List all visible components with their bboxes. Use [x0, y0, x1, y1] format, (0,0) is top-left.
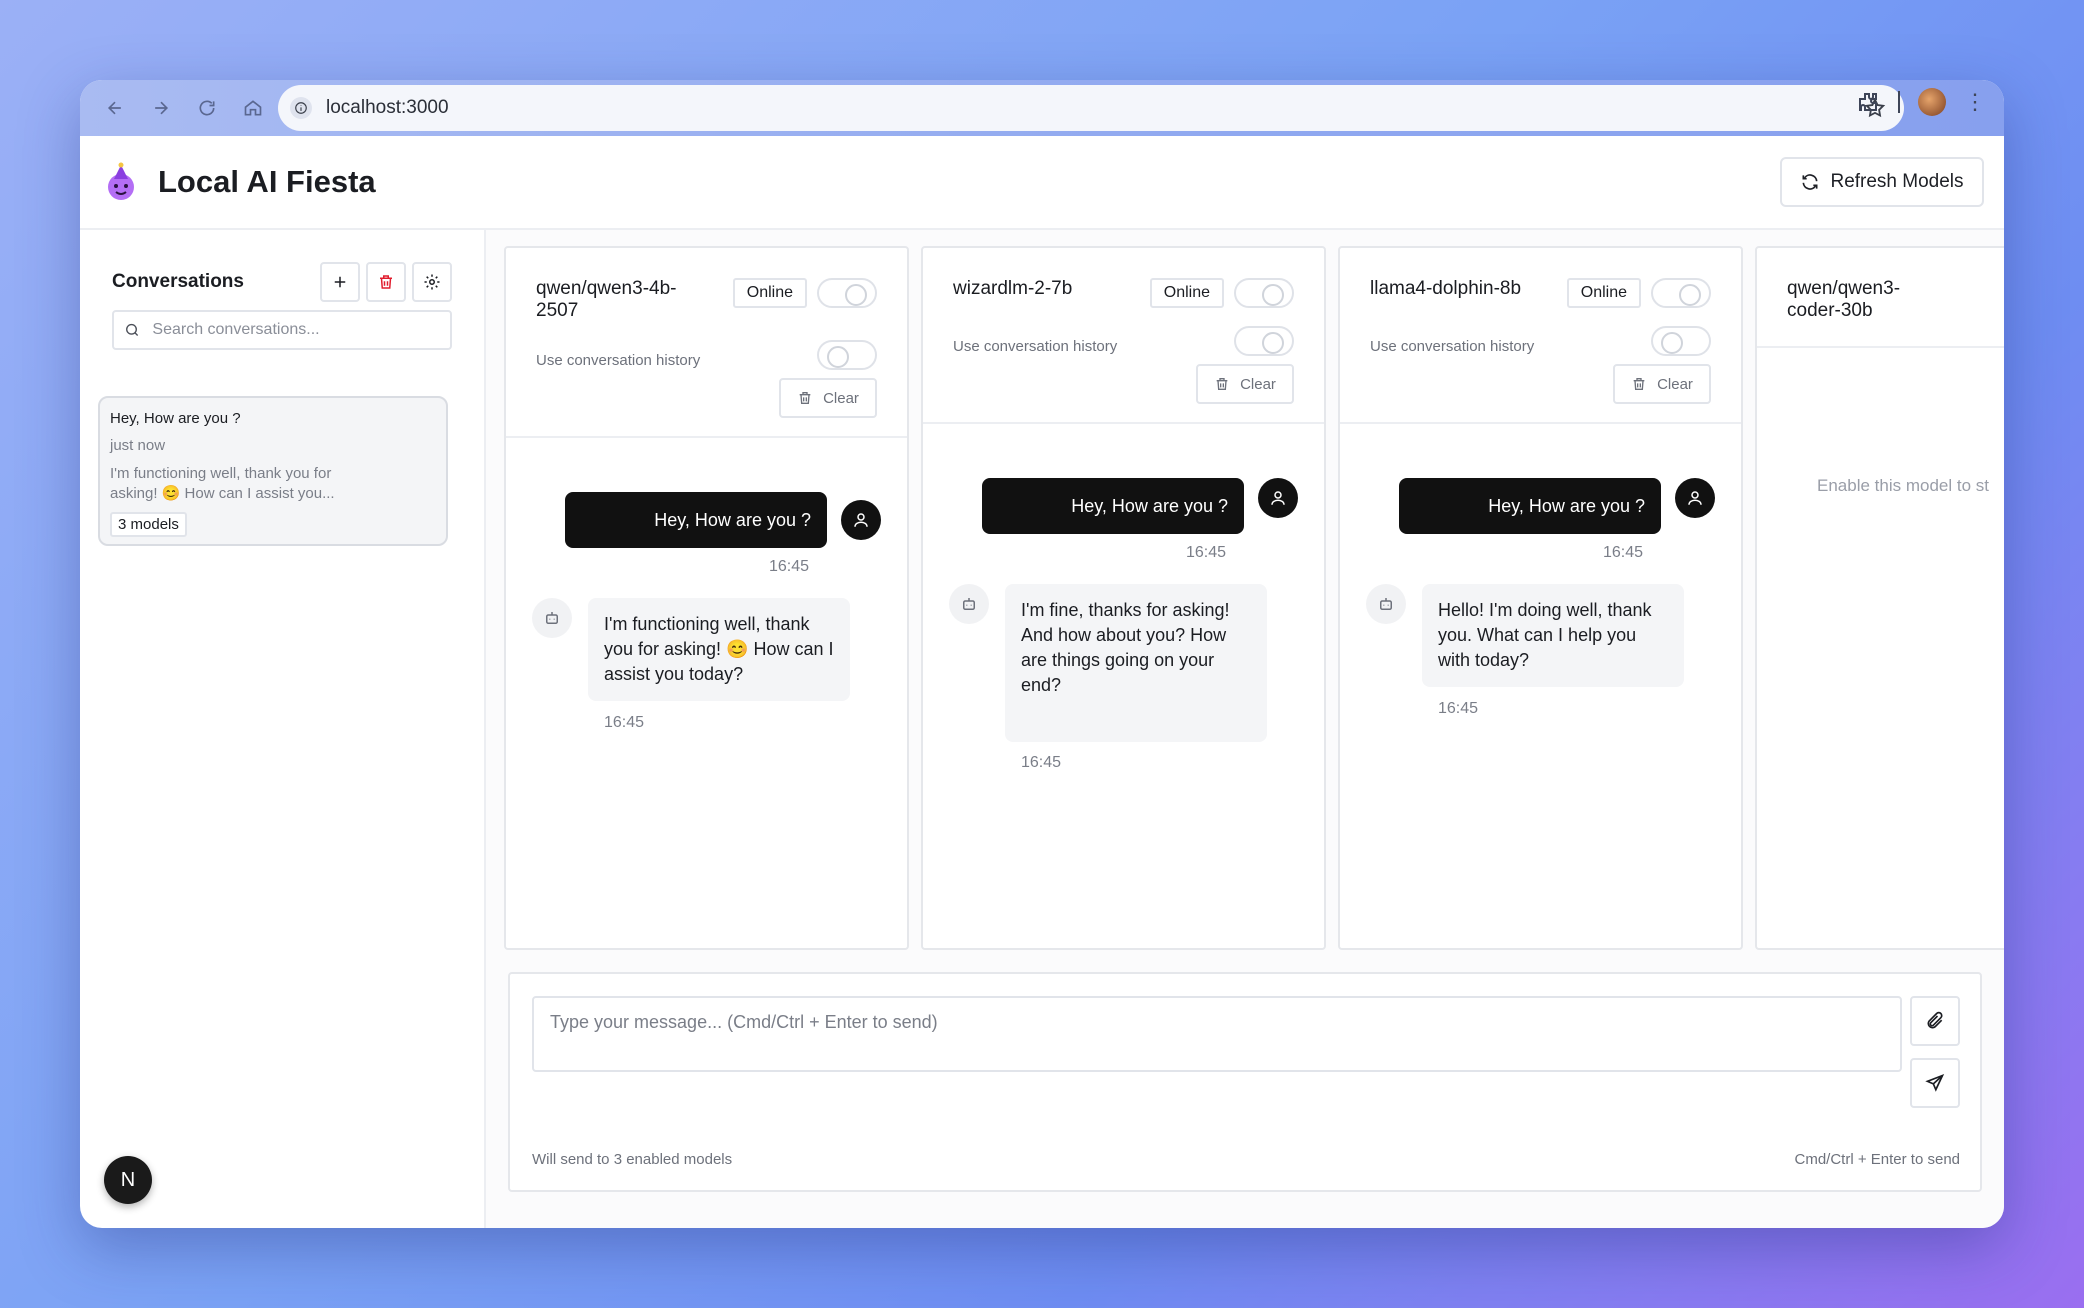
clear-label: Clear — [823, 389, 859, 407]
forward-icon[interactable] — [142, 89, 180, 127]
status-badge: Online — [1566, 278, 1641, 308]
app-logo-icon — [108, 162, 134, 200]
toolbar-divider — [1898, 91, 1900, 113]
model-enable-toggle[interactable] — [1651, 278, 1711, 308]
back-icon[interactable] — [96, 89, 134, 127]
app-title: Local AI Fiesta — [158, 164, 376, 199]
bot-icon — [963, 598, 975, 610]
shortcut-hint: Cmd/Ctrl + Enter to send — [1794, 1151, 1960, 1168]
user-message-time: 16:45 — [1602, 544, 1643, 561]
user-message-time: 16:45 — [1185, 544, 1226, 561]
model-name: wizardlm-2-7b — [953, 278, 1073, 299]
bot-message: I'm fine, thanks for asking! And how abo… — [1005, 584, 1267, 742]
bot-avatar — [1366, 584, 1406, 624]
model-enable-toggle[interactable] — [817, 278, 877, 308]
user-icon — [854, 513, 868, 527]
address-bar[interactable]: localhost:3000 — [278, 85, 1904, 131]
model-name: llama4-dolphin-8b — [1370, 278, 1522, 299]
trash-icon — [799, 392, 811, 404]
model-panel: llama4-dolphin-8b Online Use conversatio… — [1338, 246, 1743, 950]
status-badge: Online — [732, 278, 807, 308]
settings-button[interactable] — [412, 262, 452, 302]
search-input[interactable] — [152, 321, 440, 339]
bot-message-time: 16:45 — [1438, 700, 1479, 717]
browser-window: localhost:3000 ⋮ Local AI Fiesta Refresh… — [80, 80, 2004, 1228]
more-menu-icon[interactable]: ⋮ — [1964, 89, 1986, 115]
model-panel: qwen/qwen3-coder-30b O Enable this model… — [1755, 246, 2004, 950]
empty-panel-text: Enable this model to st — [1817, 476, 1989, 495]
conversations-title: Conversations — [112, 271, 244, 292]
model-name: qwen/qwen3-4b-2507 — [536, 278, 677, 321]
send-button[interactable] — [1910, 1058, 1960, 1108]
send-target-info: Will send to 3 enabled models — [532, 1151, 733, 1168]
model-panel: qwen/qwen3-4b-2507 Online Use conversati… — [504, 246, 909, 950]
model-enable-toggle[interactable] — [1234, 278, 1294, 308]
history-toggle[interactable] — [1651, 326, 1711, 356]
home-icon[interactable] — [234, 89, 272, 127]
sidebar: Conversations Hey, How are you ? just no… — [80, 230, 486, 1228]
models-count-badge: 3 models — [110, 512, 187, 537]
message-composer: Will send to 3 enabled models Cmd/Ctrl +… — [508, 972, 1982, 1192]
history-toggle[interactable] — [817, 340, 877, 370]
model-panel: wizardlm-2-7b Online Use conversation hi… — [921, 246, 1326, 950]
extensions-icon[interactable] — [1856, 90, 1880, 114]
user-message: Hey, How are you ? — [982, 478, 1244, 534]
user-avatar — [1675, 478, 1715, 518]
bot-message: I'm functioning well, thank you for aski… — [588, 598, 850, 701]
plus-icon — [334, 276, 346, 288]
refresh-models-label: Refresh Models — [1830, 171, 1964, 192]
profile-avatar[interactable] — [1918, 88, 1946, 116]
refresh-icon — [1802, 174, 1818, 190]
nextjs-dev-badge[interactable]: N — [104, 1156, 152, 1204]
user-message-time: 16:45 — [768, 558, 809, 575]
user-icon — [1688, 491, 1702, 505]
clear-label: Clear — [1657, 375, 1693, 393]
bot-message: Hello! I'm doing well, thank you. What c… — [1422, 584, 1684, 687]
user-icon — [1271, 491, 1285, 505]
bot-message-time: 16:45 — [604, 714, 645, 731]
browser-toolbar: localhost:3000 ⋮ — [80, 80, 2004, 136]
reload-icon[interactable] — [188, 89, 226, 127]
user-avatar — [841, 500, 881, 540]
main-area: qwen/qwen3-4b-2507 Online Use conversati… — [486, 230, 2004, 1228]
bot-avatar — [532, 598, 572, 638]
send-icon — [1925, 1073, 1945, 1092]
site-info-icon[interactable] — [290, 97, 312, 119]
bot-avatar — [949, 584, 989, 624]
new-conversation-button[interactable] — [320, 262, 360, 302]
model-panels: qwen/qwen3-4b-2507 Online Use conversati… — [504, 246, 2004, 950]
user-message: Hey, How are you ? — [565, 492, 827, 548]
search-box — [112, 310, 452, 350]
paperclip-icon — [1927, 1011, 1943, 1029]
conversation-time: just now — [110, 437, 166, 454]
trash-icon — [380, 275, 392, 289]
delete-all-button[interactable] — [366, 262, 406, 302]
gear-icon — [424, 274, 440, 290]
bot-message-time: 16:45 — [1021, 754, 1062, 771]
conversation-preview: I'm functioning well, thank you for aski… — [110, 465, 335, 502]
history-toggle[interactable] — [1234, 326, 1294, 356]
clear-button[interactable]: Clear — [779, 378, 877, 418]
conversation-item[interactable]: Hey, How are you ? just now I'm function… — [98, 396, 448, 546]
status-badge: Online — [1149, 278, 1224, 308]
refresh-models-button[interactable]: Refresh Models — [1780, 157, 1984, 207]
trash-icon — [1216, 378, 1228, 390]
search-icon — [126, 323, 139, 336]
clear-button[interactable]: Clear — [1196, 364, 1294, 404]
app-header: Local AI Fiesta Refresh Models — [80, 136, 2004, 230]
bot-icon — [1380, 598, 1392, 610]
url-text: localhost:3000 — [326, 97, 449, 118]
attach-button[interactable] — [1910, 996, 1960, 1046]
conversation-title: Hey, How are you ? — [110, 410, 241, 427]
trash-icon — [1633, 378, 1645, 390]
bot-icon — [546, 612, 558, 624]
message-input[interactable] — [532, 996, 1902, 1072]
model-name: qwen/qwen3-coder-30b — [1787, 278, 1901, 321]
user-message: Hey, How are you ? — [1399, 478, 1661, 534]
user-avatar — [1258, 478, 1298, 518]
clear-button[interactable]: Clear — [1613, 364, 1711, 404]
clear-label: Clear — [1240, 375, 1276, 393]
